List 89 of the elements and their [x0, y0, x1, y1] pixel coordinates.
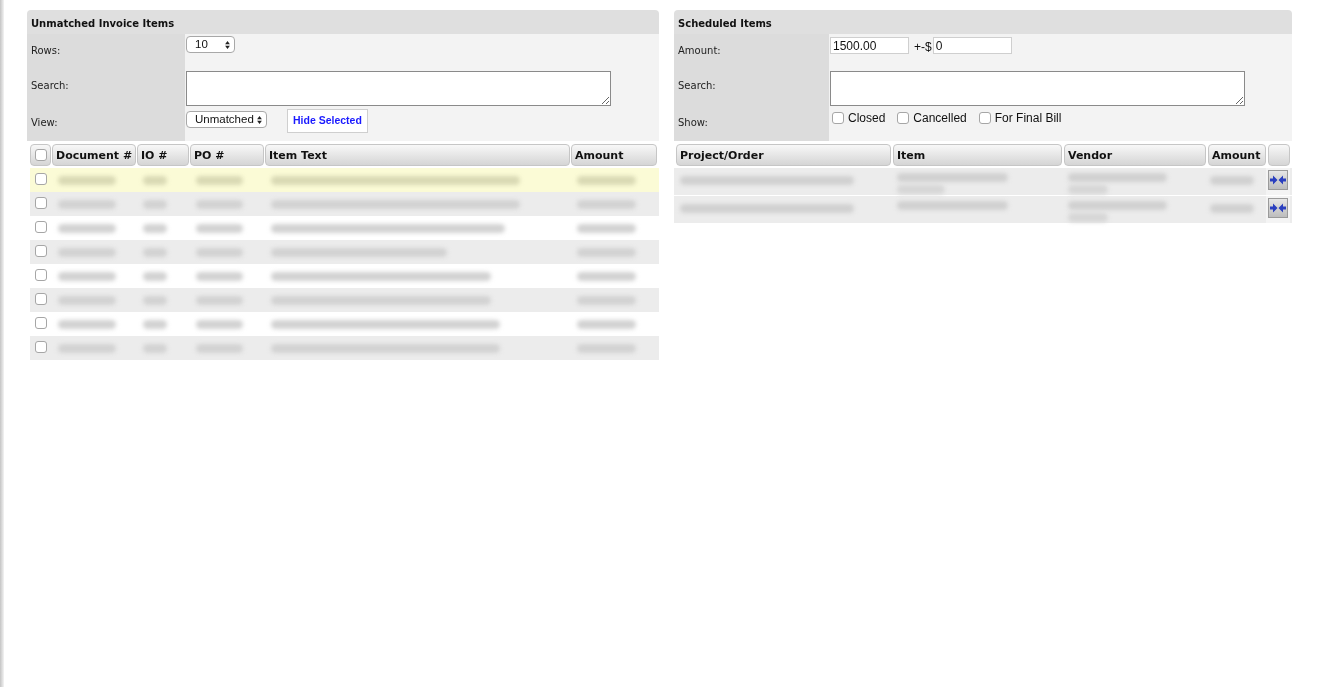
checkbox[interactable]	[34, 173, 47, 185]
panel-title: Scheduled Items	[674, 10, 1292, 34]
checkbox[interactable]	[897, 112, 910, 124]
column-header[interactable]: Document #	[52, 144, 136, 166]
blurred-text	[196, 344, 243, 353]
blurred-text	[143, 296, 167, 305]
column-header[interactable]: Amount	[571, 144, 657, 166]
column-header[interactable]: Item Text	[265, 144, 570, 166]
table-row[interactable]	[30, 336, 659, 360]
merge-button[interactable]	[1268, 198, 1288, 218]
blurred-text	[58, 344, 116, 353]
blurred-text	[897, 185, 945, 194]
blurred-text	[196, 296, 243, 305]
blurred-text	[196, 320, 243, 329]
blurred-text	[58, 296, 116, 305]
checkbox[interactable]	[978, 112, 991, 124]
blurred-text	[58, 320, 116, 329]
amount-field[interactable]: 1500.00	[830, 37, 909, 54]
field-label: Search:	[678, 80, 716, 91]
search-field[interactable]	[830, 71, 1245, 106]
column-header[interactable]: IO #	[137, 144, 189, 166]
hide-selected-button[interactable]: Hide Selected	[287, 109, 368, 133]
blurred-text	[196, 272, 243, 281]
view-select[interactable]: Unmatched	[186, 111, 267, 128]
checkbox[interactable]	[34, 149, 47, 161]
column-header[interactable]: Project/Order	[676, 144, 891, 166]
updown-caret-icon	[257, 115, 262, 124]
blurred-text	[577, 200, 637, 209]
panel-title: Unmatched Invoice Items	[27, 10, 659, 34]
field-label: View:	[31, 117, 58, 128]
search-field[interactable]	[186, 71, 611, 106]
column-header[interactable]: Vendor	[1064, 144, 1206, 166]
checkbox-label: Cancelled	[913, 110, 967, 127]
blurred-text	[196, 248, 243, 257]
blurred-text	[143, 248, 167, 257]
blurred-text	[58, 200, 116, 209]
blurred-text	[196, 200, 243, 209]
blurred-text	[1068, 213, 1108, 222]
blurred-text	[577, 272, 637, 281]
table-row[interactable]	[30, 240, 659, 264]
field-label: Rows:	[31, 45, 61, 56]
checkbox-label: Closed	[848, 110, 886, 127]
merge-button[interactable]	[1268, 170, 1288, 190]
blurred-text	[577, 344, 637, 353]
field-label: Amount:	[678, 45, 721, 56]
blurred-text	[143, 320, 167, 329]
blurred-text	[143, 344, 167, 353]
blurred-text	[577, 320, 637, 329]
blurred-text	[58, 176, 116, 185]
table-row[interactable]	[30, 192, 659, 216]
blurred-text	[577, 248, 637, 257]
blurred-text	[196, 224, 243, 233]
column-header[interactable]: Item	[893, 144, 1062, 166]
checkbox[interactable]	[832, 112, 844, 124]
checkbox[interactable]	[34, 317, 47, 329]
checkbox[interactable]	[34, 293, 47, 305]
blurred-text	[58, 272, 116, 281]
rows-select[interactable]: 10	[186, 36, 235, 53]
checkbox-label: For Final Bill	[994, 110, 1062, 127]
checkbox[interactable]	[34, 341, 47, 353]
blurred-text	[143, 176, 167, 185]
field-label: Search:	[31, 80, 69, 91]
blurred-text	[1210, 176, 1255, 185]
blurred-text	[577, 296, 637, 305]
blurred-text	[58, 248, 116, 257]
empty-column-header	[1268, 144, 1290, 166]
arrows-inward-icon	[1270, 175, 1286, 185]
blurred-text	[1210, 204, 1255, 213]
column-header[interactable]: PO #	[190, 144, 264, 166]
tolerance-label: +-$	[914, 39, 932, 56]
blurred-text	[143, 224, 167, 233]
blurred-text	[58, 224, 116, 233]
blurred-text	[143, 272, 167, 281]
blurred-text	[577, 224, 637, 233]
blurred-text	[577, 176, 637, 185]
arrows-inward-icon	[1270, 203, 1286, 213]
blurred-text	[1068, 185, 1108, 194]
checkbox[interactable]	[34, 269, 47, 281]
checkbox[interactable]	[34, 197, 47, 209]
table-row[interactable]	[30, 288, 659, 312]
blurred-text	[196, 176, 243, 185]
tolerance-field[interactable]: 0	[932, 37, 1012, 54]
checkbox[interactable]	[34, 245, 47, 257]
field-label: Show:	[678, 117, 708, 128]
blurred-text	[143, 200, 167, 209]
column-header[interactable]: Amount	[1208, 144, 1266, 166]
updown-caret-icon	[225, 40, 230, 49]
checkbox[interactable]	[34, 221, 47, 233]
table-row[interactable]	[30, 168, 659, 192]
